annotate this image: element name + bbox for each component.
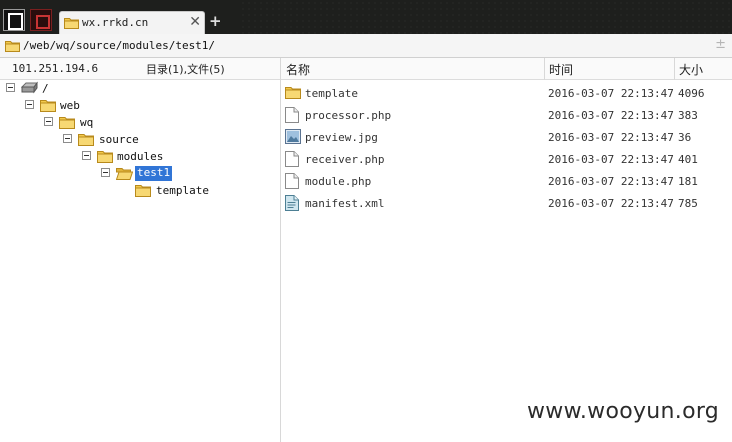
folder-icon	[135, 183, 151, 200]
tree-label: template	[156, 184, 209, 197]
tree-node-modules[interactable]: modules	[0, 148, 280, 165]
file-time: 2016-03-07 22:13:47	[548, 131, 674, 144]
file-size: 36	[678, 131, 692, 144]
watermark: www.wooyun.org	[527, 399, 720, 424]
server-ip: 101.251.194.6	[12, 62, 99, 75]
tree-label: source	[99, 133, 139, 146]
tree-label: /	[42, 82, 49, 95]
file-name: preview.jpg	[305, 131, 378, 144]
tab-bar: wx.rrkd.cn ✕ +	[0, 0, 732, 34]
file-icon	[285, 151, 299, 170]
folder-icon	[59, 115, 75, 132]
file-name: receiver.php	[305, 153, 385, 166]
tree-node-root[interactable]: /	[0, 80, 280, 97]
tree-label: web	[60, 99, 80, 112]
collapse-toggle-icon[interactable]	[82, 151, 91, 160]
collapse-toggle-icon[interactable]	[63, 134, 72, 143]
tab-title: wx.rrkd.cn	[82, 16, 149, 29]
file-size: 401	[678, 153, 698, 166]
tree-node-template[interactable]: template	[0, 182, 280, 199]
xml-file-icon	[285, 195, 299, 214]
item-count: 目录(1),文件(5)	[146, 63, 225, 76]
table-row[interactable]: receiver.php 2016-03-07 22:13:47 401	[282, 148, 732, 170]
file-size: 181	[678, 175, 698, 188]
file-list-header: 名称 时间 大小	[281, 58, 732, 80]
column-divider[interactable]	[544, 58, 545, 80]
file-icon	[285, 173, 299, 192]
path-input[interactable]: /web/wq/source/modules/test1/	[23, 39, 215, 52]
tab-active[interactable]: wx.rrkd.cn ✕	[59, 11, 205, 34]
column-name-header[interactable]: 名称	[286, 61, 310, 78]
file-size: 4096	[678, 87, 705, 100]
file-name: manifest.xml	[305, 197, 385, 210]
collapse-toggle-icon[interactable]	[44, 117, 53, 126]
app-icon-button[interactable]	[30, 9, 52, 31]
new-tab-button[interactable]: +	[209, 13, 222, 29]
collapse-toggle-icon[interactable]	[6, 83, 15, 92]
table-row[interactable]: manifest.xml 2016-03-07 22:13:47 785	[282, 192, 732, 214]
file-time: 2016-03-07 22:13:47	[548, 109, 674, 122]
image-file-icon	[285, 129, 301, 147]
file-time: 2016-03-07 22:13:47	[548, 153, 674, 166]
tree-label-selected: test1	[135, 166, 173, 181]
folder-open-icon	[115, 166, 134, 183]
drive-icon	[20, 81, 38, 97]
file-name: template	[305, 87, 358, 100]
tree-node-web[interactable]: web	[0, 97, 280, 114]
file-time: 2016-03-07 22:13:47	[548, 197, 674, 210]
tree-node-wq[interactable]: wq	[0, 114, 280, 131]
tree-label: wq	[80, 116, 94, 129]
app-menu-button[interactable]	[3, 9, 25, 31]
tree-header: 101.251.194.6 目录(1),文件(5)	[0, 58, 280, 80]
folder-icon	[78, 132, 94, 149]
folder-icon	[285, 85, 301, 102]
file-size: 383	[678, 109, 698, 122]
table-row[interactable]: template 2016-03-07 22:13:47 4096	[282, 82, 732, 104]
tree-node-source[interactable]: source	[0, 131, 280, 148]
tree-node-test1[interactable]: test1	[0, 165, 280, 182]
tab-bar-background	[240, 0, 732, 34]
directory-tree-pane: 101.251.194.6 目录(1),文件(5) / web wq sourc…	[0, 58, 281, 442]
table-row[interactable]: processor.php 2016-03-07 22:13:47 383	[282, 104, 732, 126]
file-name: module.php	[305, 175, 372, 188]
file-size: 785	[678, 197, 698, 210]
file-icon	[285, 107, 299, 126]
column-divider[interactable]	[674, 58, 675, 80]
table-row[interactable]: preview.jpg 2016-03-07 22:13:47 36	[282, 126, 732, 148]
file-name: processor.php	[305, 109, 392, 122]
close-icon[interactable]: ✕	[189, 14, 201, 30]
expand-toggle-icon[interactable]: ±	[715, 37, 726, 52]
column-time-header[interactable]: 时间	[549, 61, 573, 78]
tree-label: modules	[117, 150, 164, 163]
file-time: 2016-03-07 22:13:47	[548, 175, 674, 188]
address-bar: /web/wq/source/modules/test1/ ±	[0, 34, 732, 58]
column-size-header[interactable]: 大小	[679, 61, 703, 78]
collapse-toggle-icon[interactable]	[25, 100, 34, 109]
table-row[interactable]: module.php 2016-03-07 22:13:47 181	[282, 170, 732, 192]
collapse-toggle-icon[interactable]	[101, 168, 110, 177]
folder-icon	[5, 39, 20, 55]
folder-icon	[40, 98, 56, 115]
file-time: 2016-03-07 22:13:47	[548, 87, 674, 100]
folder-icon	[97, 149, 113, 166]
folder-icon	[64, 16, 79, 32]
